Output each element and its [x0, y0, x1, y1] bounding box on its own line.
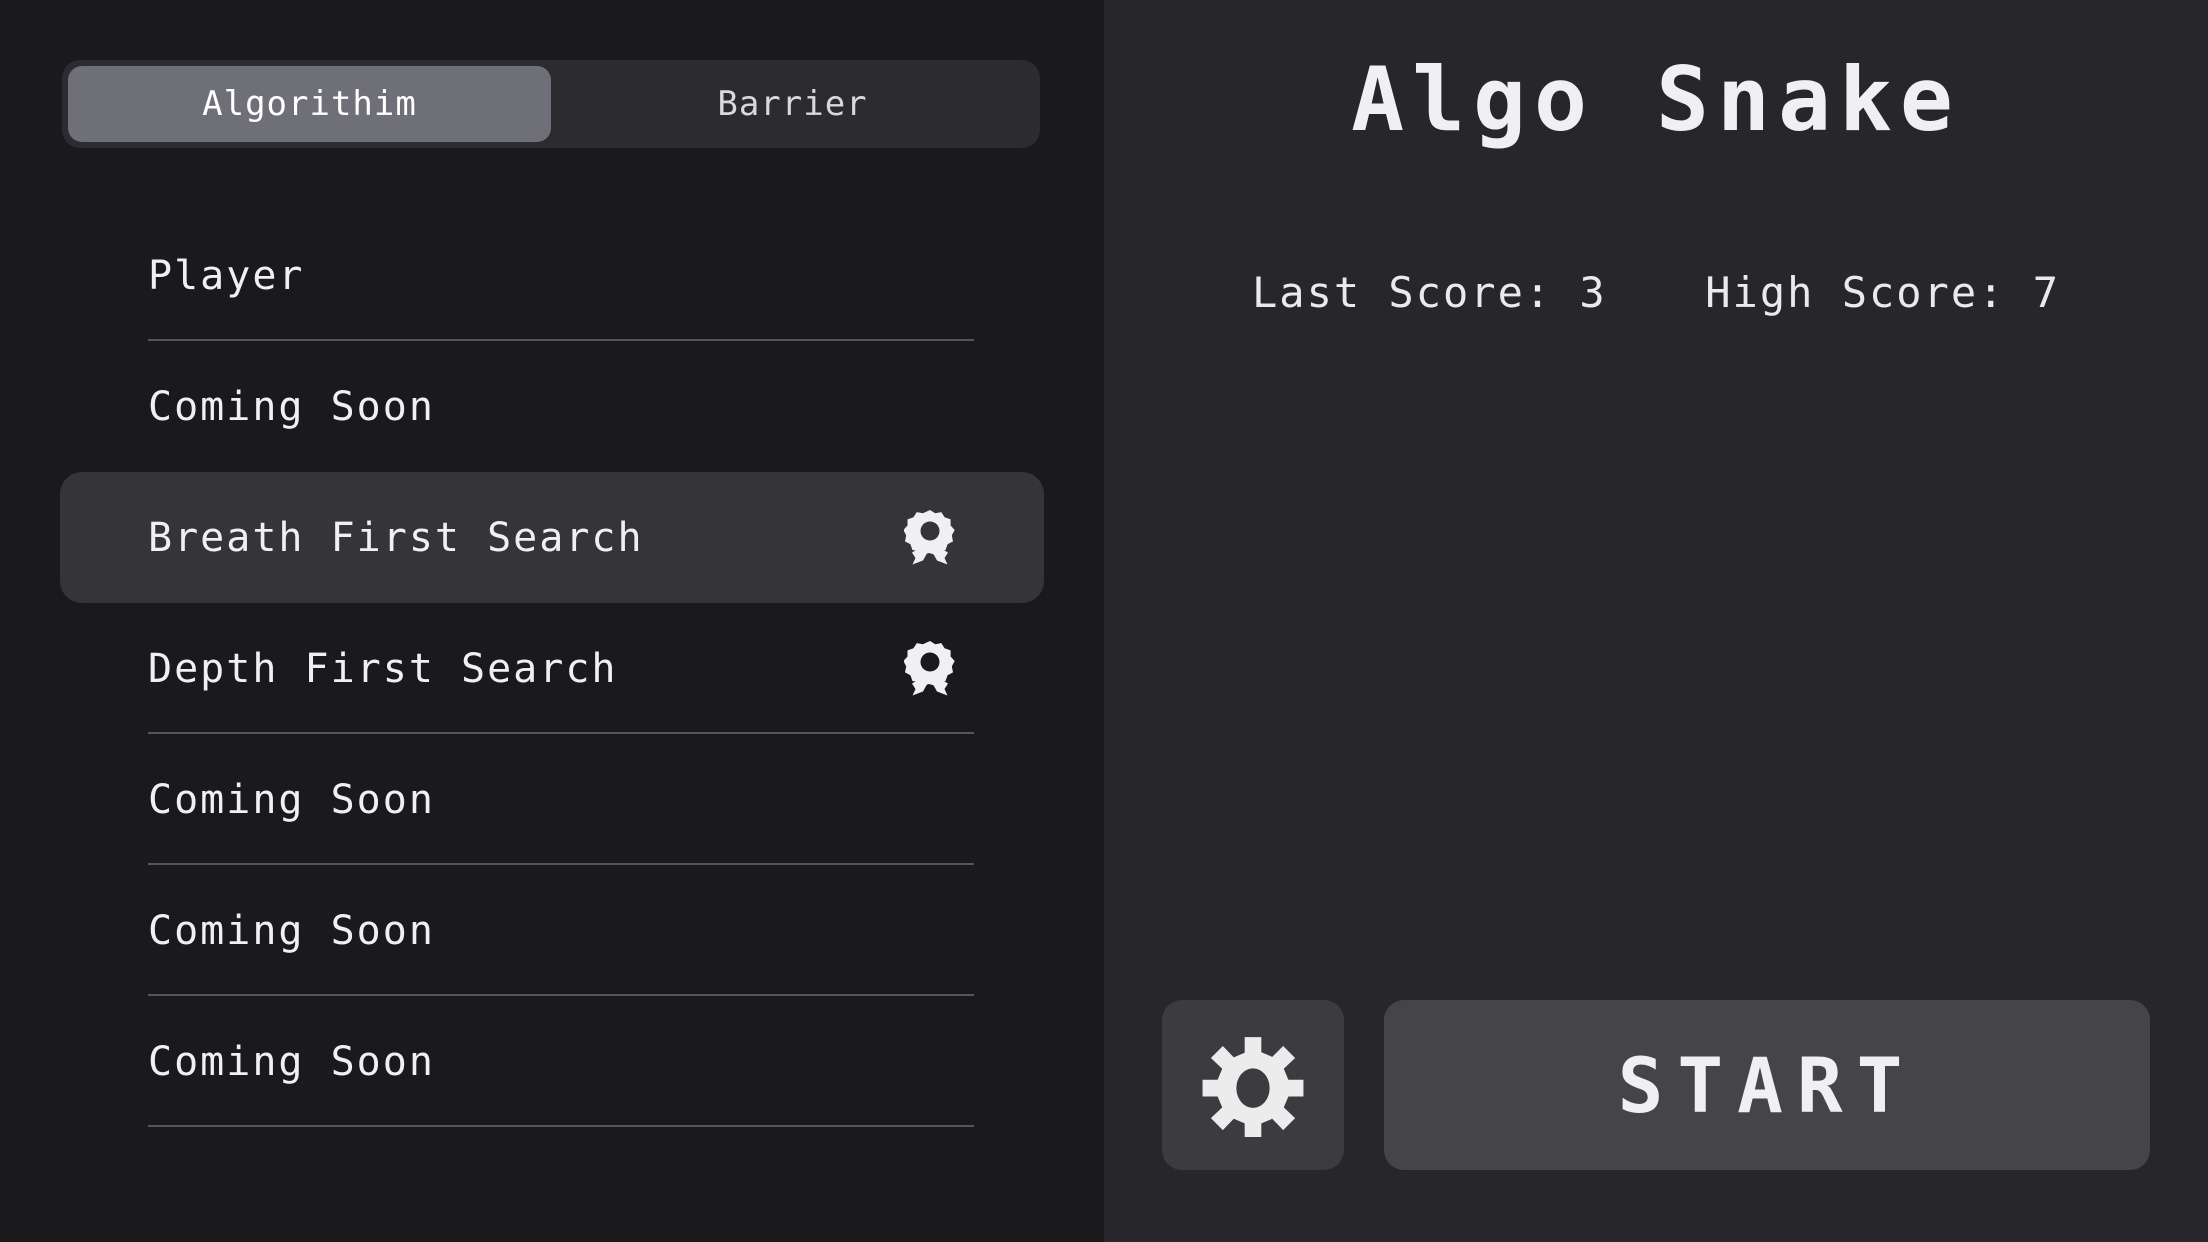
algorithm-sidebar: Algorithim Barrier Player Coming Soon Br…	[0, 0, 1104, 1242]
award-medal-icon	[904, 509, 955, 564]
settings-button[interactable]	[1162, 1000, 1344, 1170]
list-item-player[interactable]: Player	[60, 210, 1044, 341]
list-item-label: Player	[148, 252, 305, 299]
list-item-breath-first-search[interactable]: Breath First Search	[60, 472, 1044, 603]
list-item-label: Coming Soon	[148, 776, 435, 823]
score-row: Last Score: 3 High Score: 7	[1104, 268, 2208, 317]
list-item-label: Breath First Search	[148, 514, 644, 561]
start-button-label: START	[1617, 1040, 1917, 1130]
tab-barrier[interactable]: Barrier	[551, 66, 1034, 142]
list-item-label: Depth First Search	[148, 645, 618, 692]
start-button[interactable]: START	[1384, 1000, 2150, 1170]
row-divider	[148, 1125, 974, 1127]
last-score: Last Score: 3	[1252, 268, 1607, 317]
list-item-coming-soon-1[interactable]: Coming Soon	[60, 341, 1044, 472]
list-item-coming-soon-2[interactable]: Coming Soon	[60, 734, 1044, 865]
list-item-label: Coming Soon	[148, 1038, 435, 1085]
list-item-label: Coming Soon	[148, 383, 435, 430]
list-item-label: Coming Soon	[148, 907, 435, 954]
list-item-depth-first-search[interactable]: Depth First Search	[60, 603, 1044, 734]
action-bar: START	[1162, 1000, 2150, 1170]
list-item-coming-soon-4[interactable]: Coming Soon	[60, 996, 1044, 1127]
algorithm-list: Player Coming Soon Breath First Search D…	[0, 210, 1104, 1127]
game-title: Algo Snake	[1351, 48, 1961, 151]
app-root: Algorithim Barrier Player Coming Soon Br…	[0, 0, 2208, 1242]
tab-barrier-label: Barrier	[717, 84, 868, 124]
list-item-coming-soon-3[interactable]: Coming Soon	[60, 865, 1044, 996]
high-score: High Score: 7	[1705, 268, 2060, 317]
tab-algorithim-label: Algorithim	[202, 84, 417, 124]
gear-icon	[1202, 1037, 1304, 1137]
mode-tabbar: Algorithim Barrier	[62, 60, 1040, 148]
game-panel: Algo Snake Last Score: 3 High Score: 7 S…	[1104, 0, 2208, 1242]
tab-algorithim[interactable]: Algorithim	[68, 66, 551, 142]
award-medal-icon	[904, 640, 955, 695]
